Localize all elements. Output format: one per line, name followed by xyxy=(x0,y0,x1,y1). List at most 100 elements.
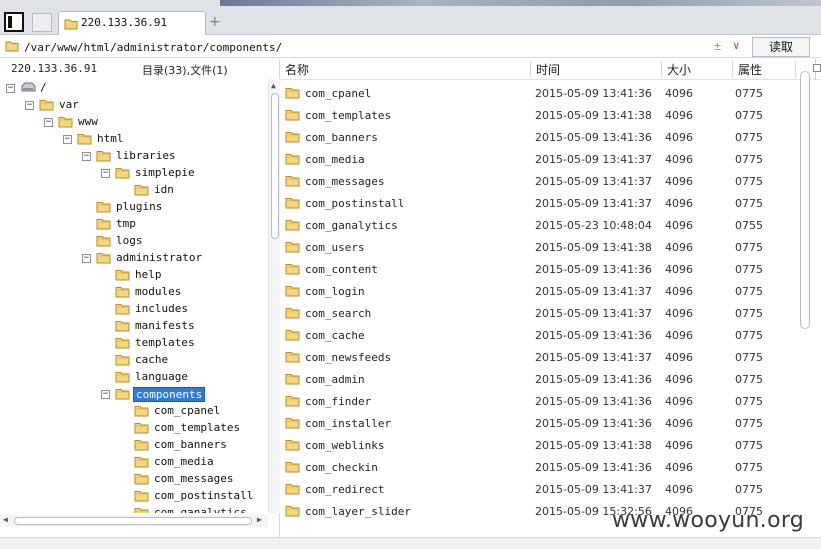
collapse-icon[interactable]: − xyxy=(44,118,53,127)
list-vertical-scrollbar[interactable] xyxy=(798,69,812,537)
tree-node-label[interactable]: logs xyxy=(114,234,145,247)
tab-active[interactable]: 220.133.36.91 xyxy=(58,11,206,35)
tree-node[interactable]: − administrator xyxy=(0,250,268,267)
tree-node-label[interactable]: plugins xyxy=(114,200,164,213)
tree-node[interactable]: − simplepie xyxy=(0,165,268,182)
collapse-icon[interactable]: − xyxy=(101,390,110,399)
collapse-icon[interactable]: − xyxy=(63,135,72,144)
tree-node-label[interactable]: modules xyxy=(133,285,183,298)
scroll-up-icon[interactable]: ▲ xyxy=(271,81,276,90)
file-row[interactable]: com_redirect 2015-05-09 13:41:37 4096 0775 xyxy=(281,479,799,501)
column-time[interactable]: 时间 xyxy=(532,61,662,78)
tree-node[interactable]: includes xyxy=(0,301,268,318)
scroll-left-icon[interactable]: ◀ xyxy=(3,515,8,524)
tree-node-label[interactable]: includes xyxy=(133,302,190,315)
scroll-thumb[interactable] xyxy=(800,71,810,329)
tree-node-label[interactable]: com_ganalytics xyxy=(152,506,249,513)
tree-node-label[interactable]: simplepie xyxy=(133,166,197,179)
column-perm[interactable]: 属性 xyxy=(734,61,796,78)
tree-node-label[interactable]: tmp xyxy=(114,217,138,230)
tree-node[interactable]: − var xyxy=(0,97,268,114)
tree-vertical-scrollbar[interactable]: ▲ xyxy=(268,79,280,513)
inactive-tab-icon[interactable] xyxy=(32,13,52,32)
tree-node-label[interactable]: help xyxy=(133,268,164,281)
tree-node-label[interactable]: com_media xyxy=(152,455,216,468)
file-row[interactable]: com_cache 2015-05-09 13:41:36 4096 0775 xyxy=(281,325,799,347)
file-row[interactable]: com_newsfeeds 2015-05-09 13:41:37 4096 0775 xyxy=(281,347,799,369)
tree-node-label[interactable]: com_cpanel xyxy=(152,404,222,417)
tree-node-label[interactable]: com_postinstall xyxy=(152,489,255,502)
tree-node[interactable]: − html xyxy=(0,131,268,148)
collapse-icon[interactable]: − xyxy=(82,254,91,263)
file-row[interactable]: com_ganalytics 2015-05-23 10:48:04 4096 075… xyxy=(281,215,799,237)
tree-node[interactable]: idn xyxy=(0,182,268,199)
plus-minus-icon[interactable]: ± xyxy=(714,39,721,53)
tree-node[interactable]: cache xyxy=(0,352,268,369)
file-row[interactable]: com_postinstall 2015-05-09 13:41:37 4096 07… xyxy=(281,193,799,215)
scroll-right-icon[interactable]: ▶ xyxy=(257,515,262,524)
tree-node[interactable]: modules xyxy=(0,284,268,301)
tree-node-label[interactable]: administrator xyxy=(114,251,204,264)
tree-node-label[interactable]: language xyxy=(133,370,190,383)
collapse-icon[interactable]: − xyxy=(25,101,34,110)
scroll-thumb[interactable] xyxy=(271,93,279,239)
tree-node[interactable]: logs xyxy=(0,233,268,250)
file-row[interactable]: com_finder 2015-05-09 13:41:36 4096 0775 xyxy=(281,391,799,413)
file-row[interactable]: com_templates 2015-05-09 13:41:38 4096 0775 xyxy=(281,105,799,127)
file-row[interactable]: com_login 2015-05-09 13:41:37 4096 0775 xyxy=(281,281,799,303)
column-size[interactable]: 大小 xyxy=(663,61,733,78)
file-row[interactable]: com_banners 2015-05-09 13:41:36 4096 0775 xyxy=(281,127,799,149)
tree-node-label[interactable]: com_templates xyxy=(152,421,242,434)
tree-node[interactable]: templates xyxy=(0,335,268,352)
window-icon[interactable] xyxy=(813,64,821,72)
tree-node[interactable]: − www xyxy=(0,114,268,131)
tree-node[interactable]: plugins xyxy=(0,199,268,216)
chevron-down-icon[interactable]: ∨ xyxy=(733,39,740,52)
plus-icon[interactable]: + xyxy=(209,14,221,30)
file-row[interactable]: com_cpanel 2015-05-09 13:41:36 4096 0775 xyxy=(281,83,799,105)
tree-node-label[interactable]: components xyxy=(133,387,206,402)
scroll-thumb[interactable] xyxy=(14,517,252,525)
tree-node[interactable]: help xyxy=(0,267,268,284)
path-input[interactable] xyxy=(24,39,724,55)
tree-horizontal-scrollbar[interactable]: ◀ ▶ xyxy=(0,515,268,527)
tree-node[interactable]: − components xyxy=(0,386,268,403)
file-row[interactable]: com_search 2015-05-09 13:41:37 4096 0775 xyxy=(281,303,799,325)
file-row[interactable]: com_checkin 2015-05-09 13:41:36 4096 0775 xyxy=(281,457,799,479)
tree-node-label[interactable]: manifests xyxy=(133,319,197,332)
tree-node[interactable]: manifests xyxy=(0,318,268,335)
tree-node[interactable]: com_templates xyxy=(0,420,268,437)
tree-node-label[interactable]: www xyxy=(76,115,100,128)
tree-node-label[interactable]: com_messages xyxy=(152,472,235,485)
tree-node-label[interactable]: html xyxy=(95,132,126,145)
tree-node[interactable]: com_postinstall xyxy=(0,488,268,505)
file-row[interactable]: com_installer 2015-05-09 13:41:36 4096 0775 xyxy=(281,413,799,435)
tree-node[interactable]: tmp xyxy=(0,216,268,233)
tree-node-label[interactable]: idn xyxy=(152,183,176,196)
file-row[interactable]: com_admin 2015-05-09 13:41:36 4096 0775 xyxy=(281,369,799,391)
column-name[interactable]: 名称 xyxy=(281,61,531,78)
tree-node[interactable]: com_ganalytics xyxy=(0,505,268,513)
collapse-icon[interactable]: − xyxy=(6,84,15,93)
file-row[interactable]: com_content 2015-05-09 13:41:36 4096 0775 xyxy=(281,259,799,281)
collapse-icon[interactable]: − xyxy=(101,169,110,178)
tree-node-label[interactable]: var xyxy=(57,98,81,111)
tree-node[interactable]: − libraries xyxy=(0,148,268,165)
tree-node-label[interactable]: com_banners xyxy=(152,438,229,451)
tree-node[interactable]: com_cpanel xyxy=(0,403,268,420)
tree-node-label[interactable]: / xyxy=(38,81,49,94)
file-row[interactable]: com_media 2015-05-09 13:41:37 4096 0775 xyxy=(281,149,799,171)
tree-node-label[interactable]: templates xyxy=(133,336,197,349)
tree-node-label[interactable]: libraries xyxy=(114,149,178,162)
collapse-icon[interactable]: − xyxy=(82,152,91,161)
tree-node[interactable]: language xyxy=(0,369,268,386)
file-row[interactable]: com_users 2015-05-09 13:41:38 4096 0775 xyxy=(281,237,799,259)
tree-node[interactable]: − / xyxy=(0,80,268,97)
file-row[interactable]: com_messages 2015-05-09 13:41:37 4096 0775 xyxy=(281,171,799,193)
tree-node[interactable]: com_banners xyxy=(0,437,268,454)
sidebar-toggle-icon[interactable] xyxy=(4,12,24,32)
read-button[interactable]: 读取 xyxy=(752,37,810,57)
tree-node[interactable]: com_media xyxy=(0,454,268,471)
file-row[interactable]: com_weblinks 2015-05-09 13:41:38 4096 0775 xyxy=(281,435,799,457)
tree-node-label[interactable]: cache xyxy=(133,353,170,366)
